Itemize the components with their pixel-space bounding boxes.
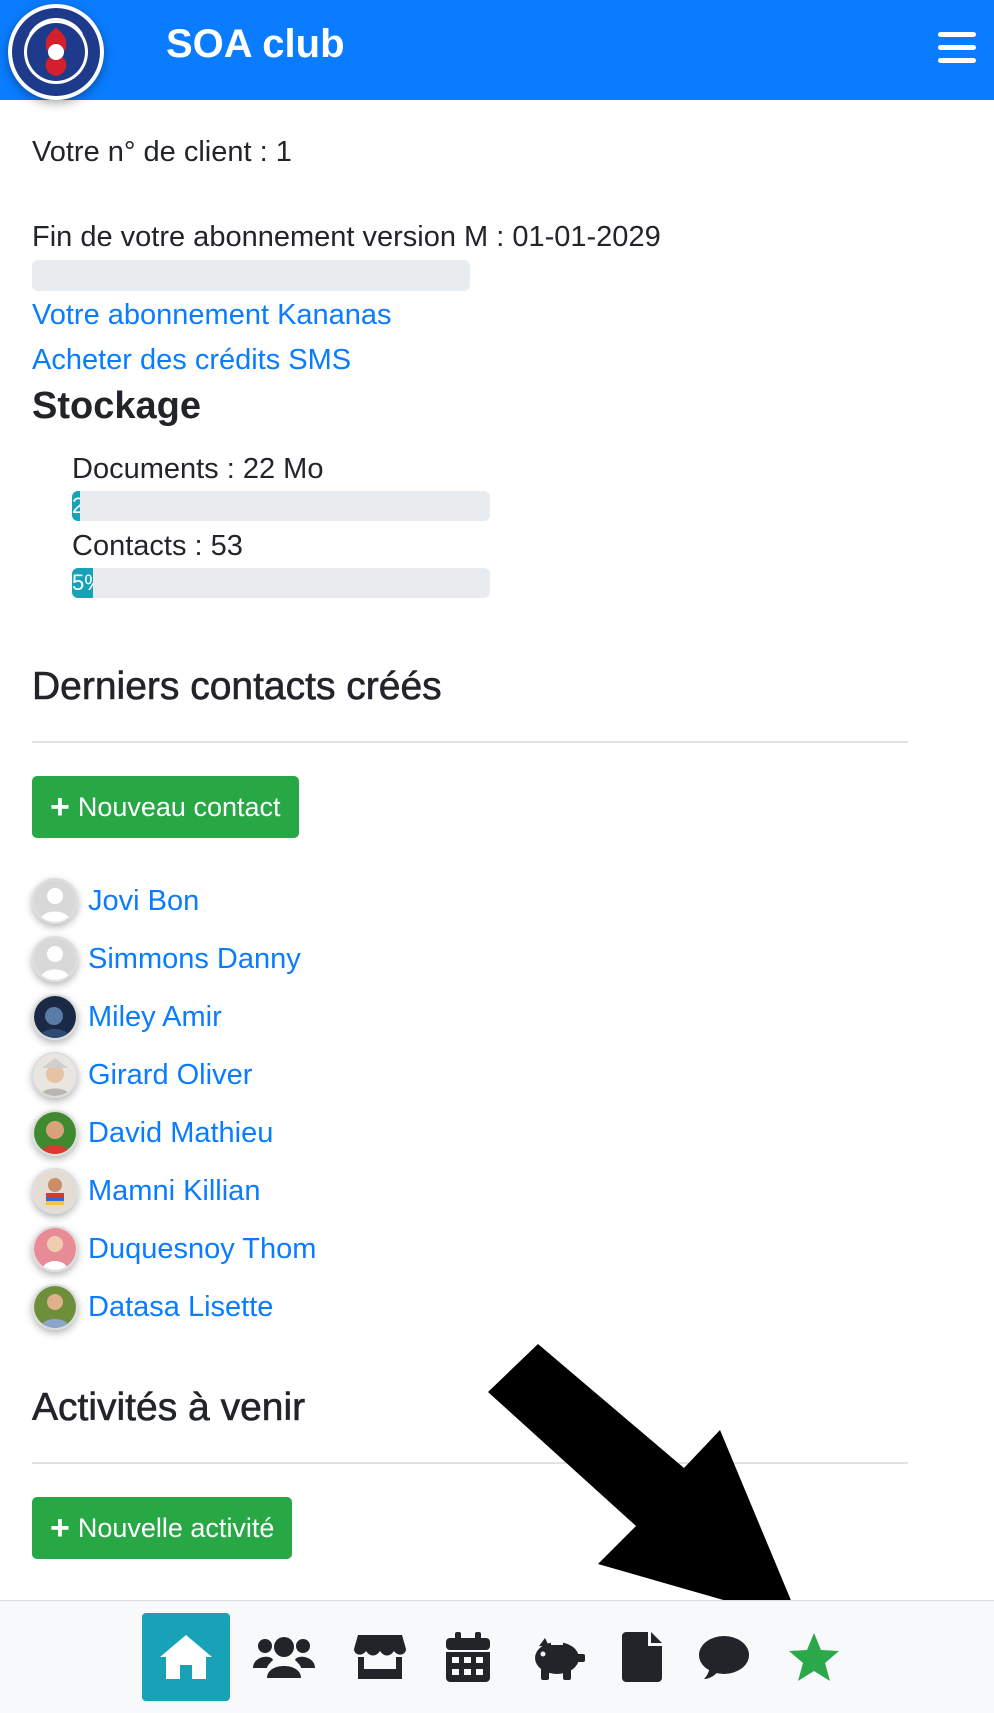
nav-favorites[interactable] [770, 1613, 858, 1701]
upcoming-activities-heading: Activités à venir [32, 1386, 306, 1430]
store-icon [354, 1635, 406, 1679]
nav-home[interactable] [142, 1613, 230, 1701]
avatar [32, 1284, 78, 1330]
calendar-icon [446, 1632, 490, 1682]
contact-link[interactable]: David Mathieu [88, 1117, 273, 1150]
documents-progress-fill: 2 [72, 491, 81, 521]
subscription-progress-placeholder [32, 260, 470, 291]
comment-icon [699, 1636, 749, 1679]
piggy-bank-icon [535, 1638, 585, 1680]
subscription-end: Fin de votre abonnement version M : 01-0… [32, 221, 661, 253]
contact-item[interactable]: Jovi Bon [32, 876, 199, 926]
contact-item[interactable]: Duquesnoy Thom [32, 1224, 316, 1274]
avatar [32, 936, 78, 982]
bottom-navigation [0, 1600, 994, 1713]
plus-icon: + [50, 1509, 70, 1547]
contact-link[interactable]: Girard Oliver [88, 1059, 252, 1092]
contacts-progress-bar: 5% [72, 568, 490, 598]
contacts-usage-label: Contacts : 53 [72, 530, 243, 562]
contact-link[interactable]: Datasa Lisette [88, 1291, 273, 1324]
buy-sms-credits-link[interactable]: Acheter des crédits SMS [32, 342, 351, 378]
contact-item[interactable]: Miley Amir [32, 992, 222, 1042]
divider [32, 741, 908, 743]
contact-item[interactable]: Mamni Killian [32, 1166, 260, 1216]
contact-link[interactable]: Mamni Killian [88, 1175, 260, 1208]
nav-documents[interactable] [598, 1613, 686, 1701]
storage-heading: Stockage [32, 385, 201, 427]
users-icon [253, 1637, 315, 1678]
contact-link[interactable]: Simmons Danny [88, 943, 301, 976]
home-icon [160, 1635, 212, 1679]
avatar [32, 1226, 78, 1272]
contact-item[interactable]: Datasa Lisette [32, 1282, 273, 1332]
avatar [32, 1168, 78, 1214]
nav-calendar[interactable] [424, 1613, 512, 1701]
hamburger-menu-icon[interactable] [938, 32, 976, 66]
avatar [32, 878, 78, 924]
contacts-progress-fill: 5% [72, 568, 93, 598]
plus-icon: + [50, 788, 70, 826]
contact-item[interactable]: Simmons Danny [32, 934, 301, 984]
documents-progress-bar: 2 [72, 491, 490, 521]
annotation-arrow-icon [488, 1344, 800, 1622]
star-icon [789, 1633, 839, 1681]
contact-link[interactable]: Jovi Bon [88, 885, 199, 918]
club-logo[interactable] [8, 4, 104, 100]
nav-messages[interactable] [680, 1613, 768, 1701]
contact-item[interactable]: David Mathieu [32, 1108, 273, 1158]
contact-item[interactable]: Girard Oliver [32, 1050, 252, 1100]
app-title: SOA club [166, 22, 345, 66]
subscription-link[interactable]: Votre abonnement Kananas [32, 297, 392, 333]
nav-contacts[interactable] [240, 1613, 328, 1701]
avatar [32, 1110, 78, 1156]
recent-contacts-heading: Derniers contacts créés [32, 665, 442, 709]
contact-link[interactable]: Miley Amir [88, 1001, 222, 1034]
new-activity-button[interactable]: + Nouvelle activité [32, 1497, 293, 1559]
nav-finance[interactable] [512, 1613, 600, 1701]
avatar [32, 1052, 78, 1098]
top-navbar: SOA club [0, 0, 994, 100]
client-number: Votre n° de client : 1 [32, 136, 292, 168]
file-icon [622, 1632, 662, 1682]
documents-usage-label: Documents : 22 Mo [72, 453, 324, 485]
new-contact-button[interactable]: + Nouveau contact [32, 776, 299, 838]
nav-store[interactable] [336, 1613, 424, 1701]
contact-link[interactable]: Duquesnoy Thom [88, 1233, 316, 1266]
avatar [32, 994, 78, 1040]
